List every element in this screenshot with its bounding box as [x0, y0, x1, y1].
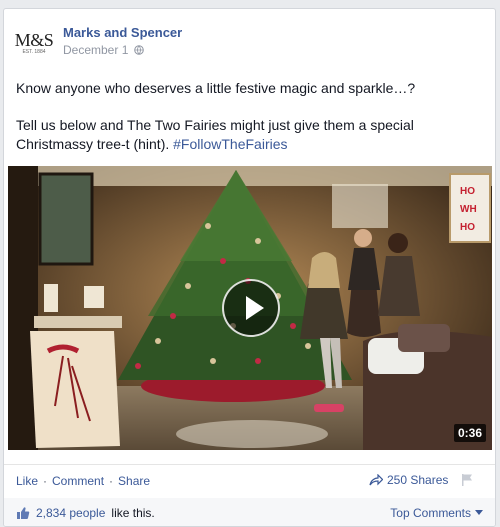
comment-link[interactable]: Comment [52, 474, 104, 488]
wall-sign-line-3: HO [460, 222, 475, 233]
logo-tagline: EST. 1884 [22, 49, 46, 55]
post-actions: Like · Comment · Share [16, 474, 150, 488]
play-icon[interactable] [222, 279, 280, 337]
logo-mark: M&S [14, 30, 54, 50]
top-comments-dropdown[interactable]: Top Comments [390, 506, 483, 520]
like-link[interactable]: Like [16, 474, 38, 488]
action-separator-2: · [109, 474, 114, 488]
likes-count-link[interactable]: 2,834 people [36, 506, 105, 520]
shares-count-link[interactable]: 250 Shares [369, 473, 448, 487]
video-duration: 0:36 [453, 424, 486, 442]
post-meta: December 1 [63, 43, 145, 57]
page-name-link[interactable]: Marks and Spencer [63, 25, 182, 40]
caret-down-icon [475, 510, 483, 515]
share-link[interactable]: Share [118, 474, 150, 488]
shares-count: 250 Shares [387, 473, 449, 487]
flag-icon[interactable] [460, 473, 474, 487]
post-text-line-2: Tell us below and The Two Fairies might … [16, 116, 486, 154]
likes-info: 2,834 people like this. [16, 506, 155, 520]
thumbs-up-icon [17, 507, 30, 519]
hashtag-link[interactable]: #FollowTheFairies [173, 136, 287, 152]
likes-suffix: like this. [111, 506, 155, 520]
video-player[interactable]: HO WH HO 0:36 [8, 166, 492, 450]
share-arrow-icon [369, 474, 383, 486]
wall-sign-line-1: HO [460, 186, 475, 197]
post-text-line-1: Know anyone who deserves a little festiv… [16, 80, 416, 96]
page-avatar[interactable]: M&S EST. 1884 [14, 23, 54, 63]
post-date[interactable]: December 1 [63, 43, 128, 57]
likes-summary: 2,834 people like this. Top Comments [4, 498, 495, 526]
divider-top [4, 464, 495, 465]
post-text: Know anyone who deserves a little festiv… [16, 79, 486, 172]
action-separator-1: · [43, 474, 48, 488]
top-comments-label: Top Comments [390, 506, 471, 520]
globe-icon [134, 45, 145, 55]
wall-sign-line-2: WH [460, 204, 477, 215]
facebook-post: M&S EST. 1884 Marks and Spencer December… [3, 8, 496, 527]
